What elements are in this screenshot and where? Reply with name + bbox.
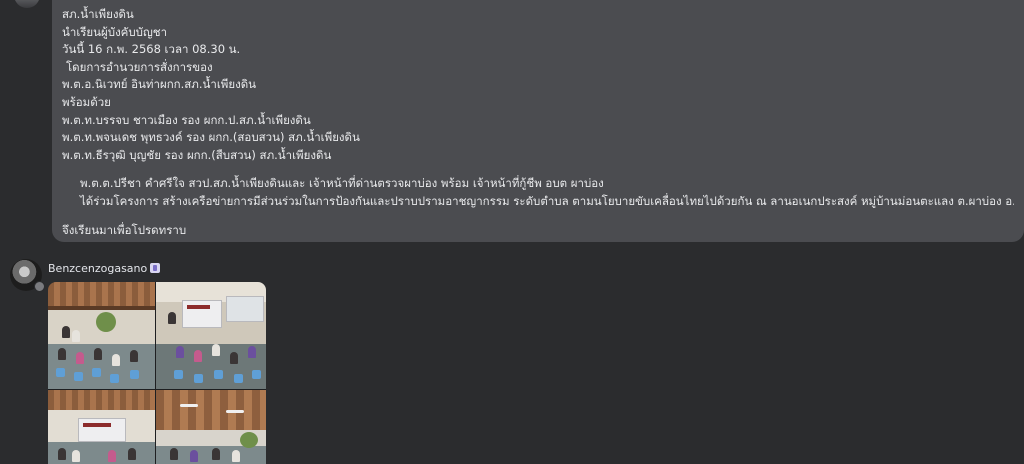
message-line: ได้ร่วมโครงการ สร้างเครือข่ายการมีส่วนร่… [80,193,1014,208]
chair-shape [74,372,83,381]
person-figure [230,352,238,364]
person-figure [194,350,202,362]
message-line: วันนี้ 16 ก.พ. 2568 เวลา 08.30 น. [62,42,241,57]
photo-1[interactable] [48,282,155,389]
chair-shape [174,370,183,379]
message-line: พ.ต.ท.บรรจบ ชาวเมือง รอง ผกก.ป.สภ.น้ำเพี… [62,112,311,127]
message-line: พ.ต.ต.ปรีชา คำศรีใจ สวป.สภ.น้ำเพียงดินแล… [80,176,604,191]
chair-shape [214,370,223,379]
person-figure [94,348,102,360]
photo-4[interactable] [156,390,266,464]
person-figure [212,344,220,356]
chair-shape [130,370,139,379]
person-figure [62,326,70,338]
chair-shape [92,368,101,377]
person-figure [248,346,256,358]
ceiling-fan-shape [226,410,244,413]
message-line: นำเรียนผู้บังคับบัญชา [62,24,168,39]
person-figure [72,450,80,462]
person-figure [130,350,138,362]
person-figure [128,448,136,460]
person-figure [212,448,220,460]
tree-shape [96,312,116,332]
person-figure [170,448,178,460]
person-figure [58,448,66,460]
person-figure [176,346,184,358]
chair-shape [56,368,65,377]
previous-author-avatar[interactable] [14,0,40,8]
message-line: โดยการอำนวยการสั่งการของ [66,59,213,74]
author-name-container: Benzcenzogasano [48,262,161,275]
banner-screen [78,418,126,442]
person-figure [58,348,66,360]
message-line: พ.ต.อ.นิเวทย์ อินท่าผกก.สภ.น้ำเพียงดิน [62,77,257,92]
message-line: พร้อมด้วย [62,94,111,109]
photo-3[interactable] [48,390,155,464]
chair-shape [234,374,243,383]
person-figure [168,312,176,324]
avatar-badge-icon [34,281,45,292]
roof-shape [156,390,266,430]
person-figure [72,330,80,342]
person-figure [76,352,84,364]
message-bubble: สภ.น้ำเพียงดิน นำเรียนผู้บังคับบัญชา วัน… [52,0,1024,242]
author-name[interactable]: Benzcenzogasano [48,262,147,275]
roof-shape [48,390,155,410]
message-line: พ.ต.ท.ธีรวุฒิ บุญชัย รอง ผกก.(สืบสวน) สภ… [62,147,332,162]
photo-2[interactable] [156,282,266,389]
message-line: จึงเรียนมาเพื่อโปรดทราบ [62,222,187,237]
banner-bar [83,423,111,427]
chair-shape [252,370,261,379]
chair-shape [110,374,119,383]
person-figure [112,354,120,366]
ceiling-fan-shape [180,404,198,407]
person-figure [190,450,198,462]
roof-shape [48,282,155,308]
top-fan-badge-icon [150,263,161,273]
chair-shape [194,374,203,383]
banner-bar [187,305,210,309]
banner-screen [182,300,222,328]
banner-screen [226,296,264,322]
tree-shape [240,432,258,448]
person-figure [108,450,116,462]
message-line: สภ.น้ำเพียงดิน [62,7,134,21]
person-figure [232,450,240,462]
message-line: พ.ต.ท.พจนเดช พุทธวงค์ รอง ผกก.(สอบสวน) ส… [62,130,360,145]
photo-grid [48,282,266,464]
